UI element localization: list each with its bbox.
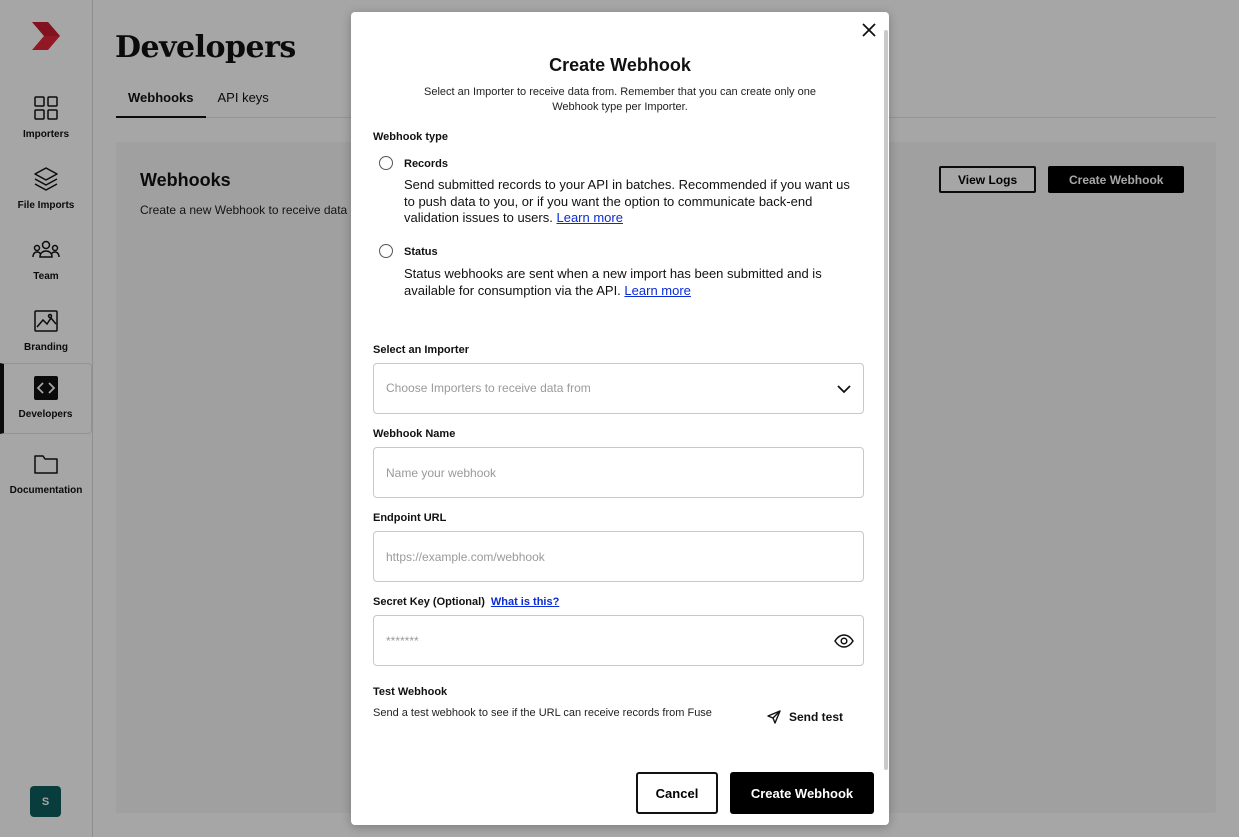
test-webhook-desc: Send a test webhook to see if the URL ca… — [373, 707, 712, 719]
modal-title: Create Webhook — [549, 55, 691, 75]
secret-key-label-row: Secret Key (Optional) What is this? — [373, 596, 559, 608]
modal-scrollbar[interactable] — [884, 30, 888, 770]
webhook-name-input[interactable] — [386, 448, 816, 497]
chevron-down-icon[interactable] — [833, 378, 855, 400]
status-desc-text: Status webhooks are sent when a new impo… — [404, 266, 822, 298]
close-icon[interactable] — [860, 21, 878, 39]
send-test-button[interactable]: Send test — [767, 710, 843, 724]
modal-subtitle: Select an Importer to receive data from.… — [424, 86, 816, 113]
test-webhook-label: Test Webhook — [373, 686, 448, 698]
webhook-type-label: Webhook type — [373, 131, 448, 143]
endpoint-url-input[interactable] — [386, 532, 816, 581]
what-is-this-link[interactable]: What is this? — [491, 596, 559, 608]
endpoint-url-label: Endpoint URL — [373, 512, 447, 524]
importer-select-placeholder: Choose Importers to receive data from — [386, 381, 591, 395]
records-desc-text: Send submitted records to your API in ba… — [404, 177, 850, 225]
importer-select[interactable]: Choose Importers to receive data from — [373, 363, 864, 414]
status-option-title: Status — [404, 246, 438, 258]
secret-key-input[interactable] — [386, 616, 816, 665]
webhook-name-field — [373, 447, 864, 498]
send-test-label: Send test — [789, 710, 844, 724]
records-radio[interactable] — [379, 156, 393, 170]
secret-key-label: Secret Key (Optional) — [373, 596, 485, 608]
records-option-desc: Send submitted records to your API in ba… — [404, 177, 864, 227]
create-webhook-modal: Create Webhook Select an Importer to rec… — [351, 12, 889, 825]
eye-icon[interactable] — [833, 630, 855, 652]
importer-label: Select an Importer — [373, 344, 469, 356]
create-webhook-submit-button[interactable]: Create Webhook — [730, 772, 874, 814]
endpoint-url-field — [373, 531, 864, 582]
records-option-title: Records — [404, 158, 449, 170]
status-radio[interactable] — [379, 244, 393, 258]
cancel-button[interactable]: Cancel — [636, 772, 718, 814]
send-icon — [767, 710, 781, 724]
status-option-desc: Status webhooks are sent when a new impo… — [404, 266, 864, 299]
webhook-name-label: Webhook Name — [373, 428, 456, 440]
records-learn-more-link[interactable]: Learn more — [556, 210, 622, 225]
status-learn-more-link[interactable]: Learn more — [624, 283, 690, 298]
secret-key-field — [373, 615, 864, 666]
